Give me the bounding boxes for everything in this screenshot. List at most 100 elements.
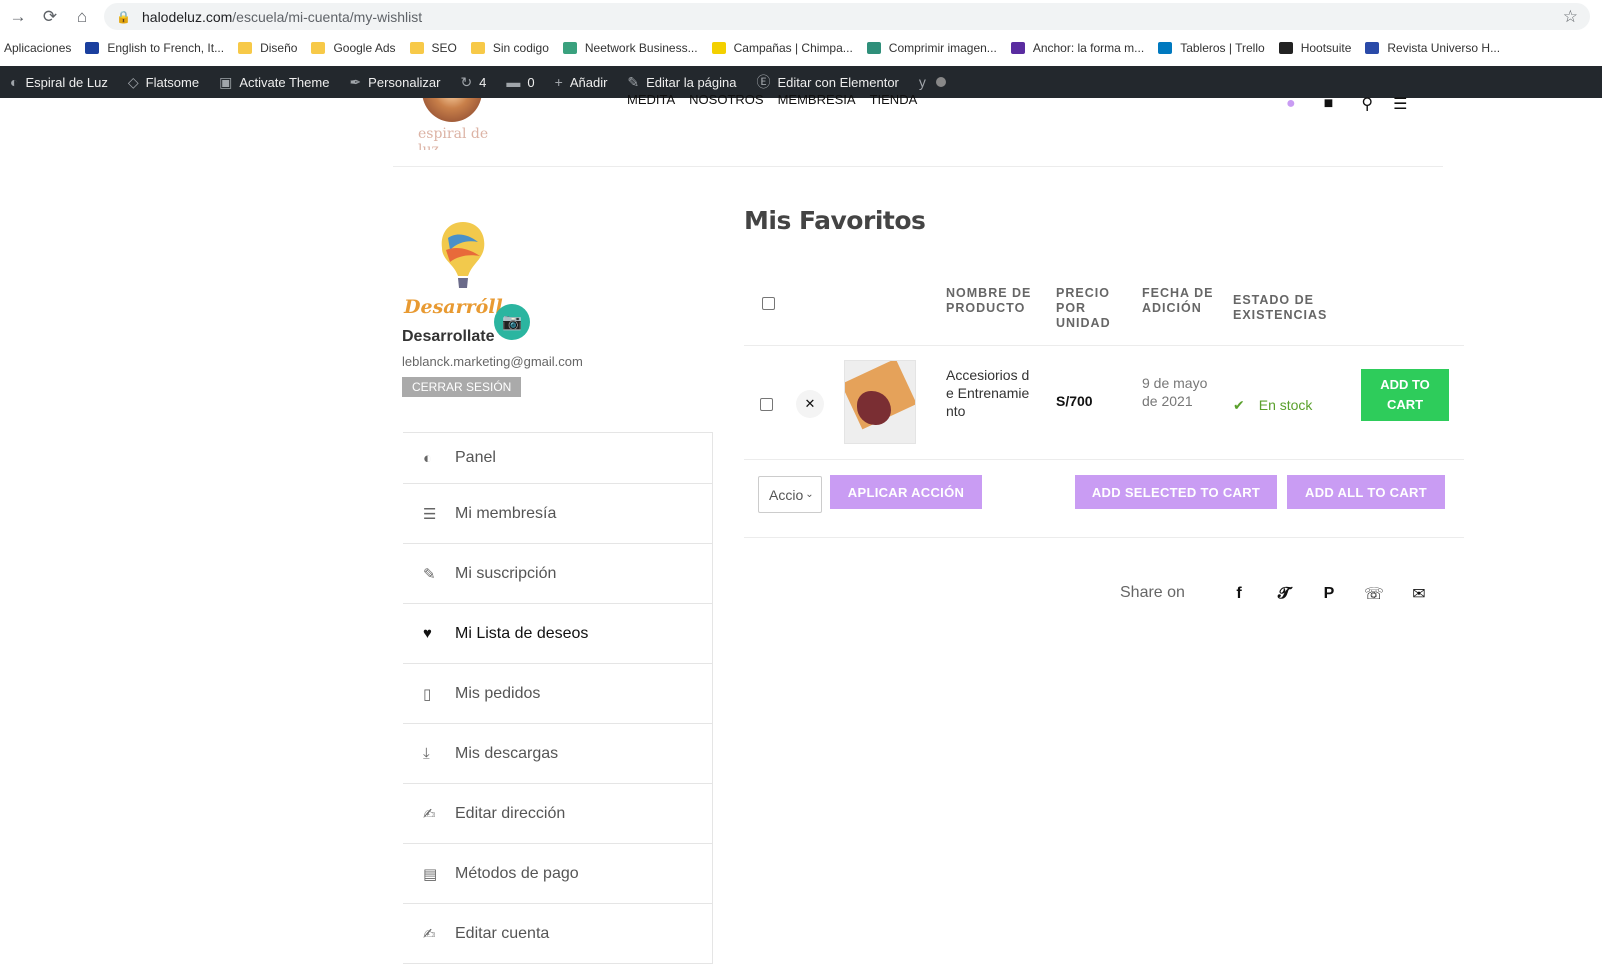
account-nav-item[interactable]: ⤓ Mis descargas xyxy=(403,724,713,784)
edit-icon: ✍ xyxy=(423,925,436,943)
bookmark-item[interactable]: Comprimir imagen... xyxy=(866,41,997,55)
admin-bar-item[interactable]: ▣ Activate Theme xyxy=(209,66,339,98)
document-icon: ▯ xyxy=(423,685,432,703)
bookmark-item[interactable]: Diseño xyxy=(238,41,297,55)
logo-text: espiral de luz xyxy=(418,126,489,150)
folder-icon xyxy=(409,42,424,54)
account-nav-item[interactable]: ◐ Panel xyxy=(403,432,713,484)
admin-bar-item[interactable]: + Añadir xyxy=(545,66,618,98)
bookmark-item[interactable]: Campañas | Chimpa... xyxy=(711,41,853,55)
bookmark-label: Aplicaciones xyxy=(4,41,72,55)
avatar-text: Desarróll xyxy=(404,296,503,318)
nav-link[interactable]: MEMBRESIA xyxy=(778,92,856,107)
flatsome-icon: ◇ xyxy=(127,73,139,90)
reload-icon[interactable]: ⟳ xyxy=(36,3,64,31)
elementor-icon: Ⓔ xyxy=(756,74,771,90)
bookmark-star-icon[interactable]: ☆ xyxy=(1563,7,1578,27)
dashboard-icon: ◐ xyxy=(423,449,433,467)
page-title: Mis Favoritos xyxy=(744,206,926,235)
account-nav-label: Panel xyxy=(455,449,496,466)
bookmark-item[interactable]: Sin codigo xyxy=(470,41,549,55)
facebook-icon[interactable]: f xyxy=(1227,582,1251,606)
neetwork-icon xyxy=(562,42,577,54)
admin-bar-item[interactable]: ◐ Espiral de Luz xyxy=(0,66,118,98)
cart-icon[interactable]: ■ xyxy=(1324,95,1334,113)
logout-button[interactable]: CERRAR SESIÓN xyxy=(402,377,522,397)
home-icon[interactable]: ⌂ xyxy=(68,3,96,31)
bookmark-item[interactable]: Hootsuite xyxy=(1278,41,1351,55)
admin-bar-item[interactable]: ▬ 0 xyxy=(496,66,544,98)
admin-bar-item[interactable]: ◇ Flatsome xyxy=(118,66,209,98)
anchor-icon xyxy=(1010,42,1025,54)
col-date-added: FECHA DE ADICIÓN xyxy=(1142,286,1214,315)
user-icon[interactable]: ● xyxy=(1286,95,1296,113)
product-name-link[interactable]: Accesiorios de Entrenamiento xyxy=(946,366,1030,420)
bookmark-label: Diseño xyxy=(260,41,298,55)
account-nav-item[interactable]: ✎ Mi suscripción xyxy=(403,544,713,604)
account-nav-item[interactable]: ✍ Editar cuenta xyxy=(403,904,713,964)
account-nav-item[interactable]: ▤ Métodos de pago xyxy=(403,844,713,904)
product-price: S/700 xyxy=(1056,393,1093,409)
download-icon: ⤓ xyxy=(423,745,430,762)
account-nav-item[interactable]: ✍ Editar dirección xyxy=(403,784,713,844)
apply-action-button[interactable]: APLICAR ACCIÓN xyxy=(830,475,982,509)
address-bar[interactable]: 🔒 halodeluz.com/escuela/mi-cuenta/my-wis… xyxy=(104,3,1590,30)
bookmark-label: Google Ads xyxy=(333,41,396,55)
twitter-icon[interactable]: 𝓣 xyxy=(1272,582,1296,606)
account-nav-label: Mi Lista de deseos xyxy=(455,624,589,642)
admin-bar-label: Editar la página xyxy=(646,74,737,90)
admin-bar-label: Añadir xyxy=(569,74,608,90)
bookmark-item[interactable]: Tableros | Trello xyxy=(1158,41,1265,55)
profile-name: Desarrollate xyxy=(402,328,495,345)
bookmark-item[interactable]: Neetwork Business... xyxy=(562,41,698,55)
add-to-cart-button[interactable]: ADD TO CART xyxy=(1361,369,1449,421)
folder-icon xyxy=(311,42,326,54)
seo-status-dot-icon xyxy=(935,77,946,87)
pencil-icon: ✎ xyxy=(423,565,436,583)
admin-bar-label: Espiral de Luz xyxy=(25,74,108,90)
money-icon: ▤ xyxy=(423,865,438,883)
admin-bar-item[interactable]: ✒ Personalizar xyxy=(339,66,450,98)
account-profile: Desarróll 📷 Desarrollate leblanck.market… xyxy=(402,214,722,397)
site-logo[interactable]: espiral de luz xyxy=(416,98,506,150)
pinterest-icon[interactable]: P xyxy=(1317,582,1341,606)
admin-bar-label: 4 xyxy=(479,74,487,90)
bookmark-item[interactable]: English to French, It... xyxy=(85,41,224,55)
nav-link[interactable]: MEDITA xyxy=(627,92,675,107)
row-checkbox[interactable] xyxy=(760,398,773,411)
profile-email: leblanck.marketing@gmail.com xyxy=(402,354,583,369)
account-nav-label: Métodos de pago xyxy=(455,864,579,882)
whatsapp-icon[interactable]: ☏ xyxy=(1362,582,1386,606)
main-nav: MEDITA NOSOTROS MEMBRESIA TIENDA xyxy=(627,92,931,107)
nav-link[interactable]: NOSOTROS xyxy=(689,92,763,107)
select-all-checkbox[interactable] xyxy=(762,297,775,310)
add-all-to-cart-button[interactable]: ADD ALL TO CART xyxy=(1287,475,1445,509)
date-added: 9 de mayo de 2021 xyxy=(1142,375,1208,409)
bookmark-label: Neetwork Business... xyxy=(584,41,698,55)
bookmark-label: Comprimir imagen... xyxy=(888,41,997,55)
account-nav-item[interactable]: ♥ Mi Lista de deseos xyxy=(403,604,713,664)
product-thumbnail[interactable] xyxy=(844,360,916,444)
camera-icon[interactable]: 📷 xyxy=(494,304,530,340)
account-nav-item[interactable]: ☰ Mi membresía xyxy=(403,484,713,544)
email-icon[interactable]: ✉ xyxy=(1407,582,1431,606)
yoast-icon[interactable]: y xyxy=(919,74,926,90)
search-icon[interactable]: ⚲ xyxy=(1361,94,1373,114)
action-select[interactable]: Accio ⌄ xyxy=(758,476,822,513)
bookmark-item[interactable]: SEO xyxy=(409,41,457,55)
forward-arrow-icon[interactable]: → xyxy=(4,3,32,31)
account-nav-item[interactable]: ▯ Mis pedidos xyxy=(403,664,713,724)
mailchimp-icon xyxy=(711,42,726,54)
remove-item-close-icon[interactable]: ✕ xyxy=(796,390,824,418)
wishlist-table: NOMBRE DE PRODUCTO PRECIO POR UNIDAD FEC… xyxy=(744,264,1464,538)
bookmark-item[interactable]: Google Ads xyxy=(311,41,396,55)
add-selected-to-cart-button[interactable]: ADD SELECTED TO CART xyxy=(1075,475,1277,509)
menu-icon[interactable]: ☰ xyxy=(1393,94,1407,114)
table-header-row: NOMBRE DE PRODUCTO PRECIO POR UNIDAD FEC… xyxy=(744,264,1464,346)
bookmark-item[interactable]: Anchor: la forma m... xyxy=(1010,41,1144,55)
bookmark-item[interactable]: Aplicaciones xyxy=(4,41,71,55)
bulk-actions-row: Accio ⌄ APLICAR ACCIÓN ADD SELECTED TO CA… xyxy=(744,460,1464,538)
admin-bar-item[interactable]: ↻ 4 xyxy=(450,66,496,98)
bookmark-item[interactable]: Revista Universo H... xyxy=(1365,41,1500,55)
nav-link[interactable]: TIENDA xyxy=(870,92,918,107)
